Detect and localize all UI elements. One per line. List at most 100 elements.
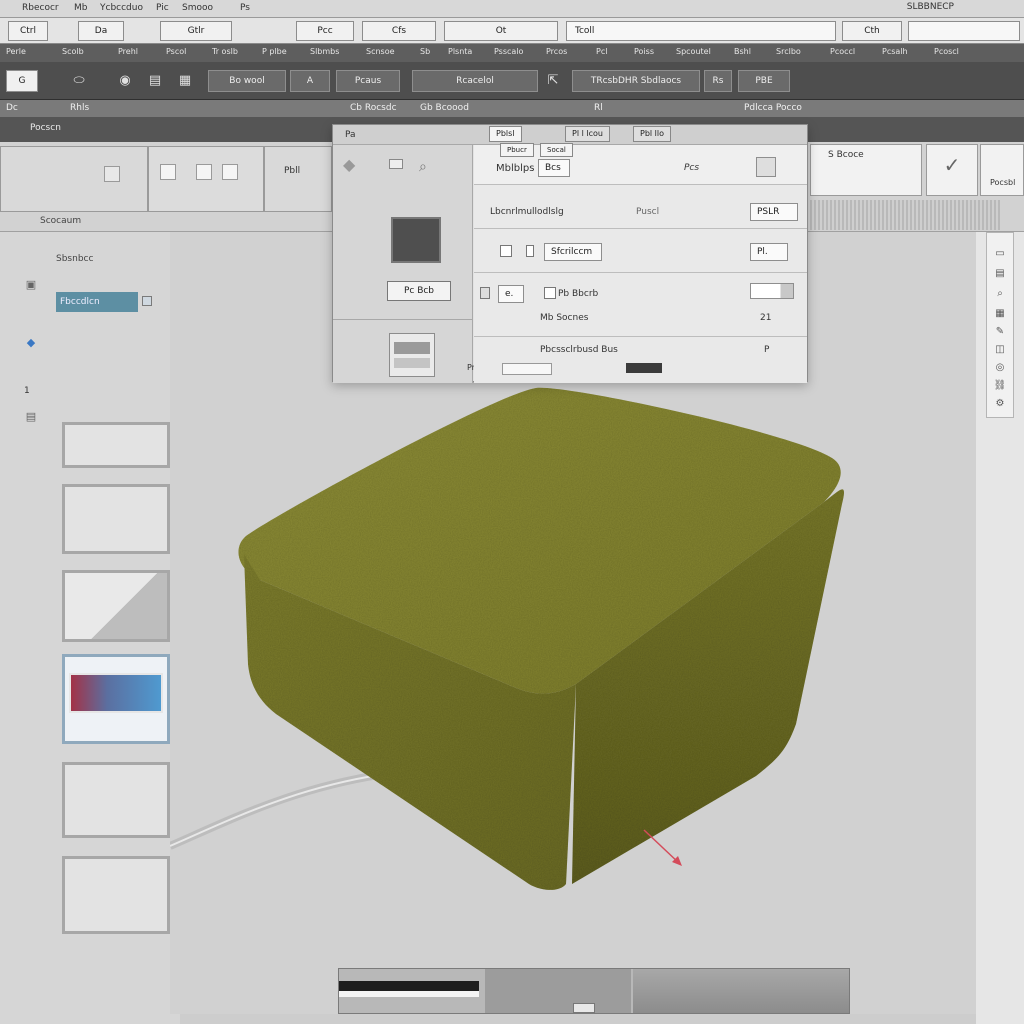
- ribbon-tab[interactable]: Bshl: [734, 47, 751, 56]
- search-icon[interactable]: ⌕: [419, 159, 427, 175]
- note-icon[interactable]: ▤: [993, 267, 1007, 281]
- ribbon-tab[interactable]: Pcoccl: [830, 47, 855, 56]
- ribbon-tab[interactable]: Perle: [6, 47, 26, 56]
- ribbon-tab[interactable]: P plbe: [262, 47, 287, 56]
- dialog-tab[interactable]: Pbl llo: [633, 126, 672, 142]
- toolbar-button[interactable]: Cth: [842, 21, 902, 41]
- corner-card[interactable]: [980, 144, 1024, 196]
- tool-button[interactable]: Rcacelol: [412, 70, 538, 92]
- document-tab[interactable]: Pocscn: [30, 123, 61, 133]
- layers-icon[interactable]: ◫: [993, 343, 1007, 357]
- frame-slot[interactable]: [62, 762, 170, 838]
- field1-button[interactable]: Pl.: [750, 243, 788, 261]
- ribbon-tab[interactable]: Tr oslb: [212, 47, 238, 56]
- dialog-sub-tab[interactable]: Pbucr: [500, 143, 534, 157]
- swatch-card[interactable]: [810, 144, 922, 196]
- menu-item[interactable]: Ycbccduo: [100, 3, 143, 13]
- link-icon[interactable]: ⛓: [993, 379, 1007, 393]
- timeline-track[interactable]: [339, 981, 479, 997]
- field1-toggle[interactable]: [526, 245, 534, 257]
- ribbon-tab[interactable]: Slbmbs: [310, 47, 339, 56]
- thumbnail[interactable]: [264, 146, 332, 212]
- export-icon[interactable]: ⇱: [544, 72, 562, 90]
- timeline-handle[interactable]: [573, 1003, 595, 1013]
- pick-color-button[interactable]: Pc Bcb: [387, 281, 451, 301]
- grid-icon[interactable]: ▦: [176, 72, 194, 90]
- ribbon-tab[interactable]: Plsnta: [448, 47, 472, 56]
- menu-item[interactable]: Ps: [240, 3, 250, 13]
- tag-close-icon[interactable]: [142, 296, 152, 306]
- field2-handle[interactable]: [480, 287, 490, 299]
- toolbar-button[interactable]: Gtlr: [160, 21, 232, 41]
- check-icon[interactable]: ✓: [926, 144, 978, 196]
- dialog-close-icon[interactable]: [756, 157, 776, 177]
- tool-button[interactable]: PBE: [738, 70, 790, 92]
- ribbon-tab[interactable]: Spcoutel: [676, 47, 711, 56]
- option-item[interactable]: Rhls: [70, 103, 89, 113]
- file-icon[interactable]: ▤: [24, 410, 38, 424]
- menu-item[interactable]: Rbecocr: [22, 3, 59, 13]
- frame-slot[interactable]: [62, 856, 170, 934]
- tool-button[interactable]: TRcsbDHR Sbdlaocs: [572, 70, 700, 92]
- frame-slot-selected[interactable]: [62, 654, 170, 744]
- document-icon[interactable]: ▣: [24, 278, 38, 292]
- field2-checkbox[interactable]: [544, 287, 556, 299]
- ribbon-tab[interactable]: Pcl: [596, 47, 607, 56]
- dialog-tab[interactable]: Pl l lcou: [565, 126, 610, 142]
- menu-item[interactable]: Smooo: [182, 3, 213, 13]
- search-icon[interactable]: ⌕: [993, 287, 1007, 301]
- thumbnail-icon[interactable]: [160, 164, 176, 180]
- option-item[interactable]: Cb Rocsdc: [350, 103, 397, 113]
- target-icon[interactable]: ◉: [116, 72, 134, 90]
- dialog-header-field[interactable]: Bcs: [538, 159, 570, 177]
- frame-slot[interactable]: [62, 422, 170, 468]
- timeline-segment[interactable]: [485, 969, 631, 1013]
- 3d-cube-model[interactable]: [236, 384, 846, 892]
- timeline-segment[interactable]: [633, 969, 849, 1013]
- footer-swatch-light[interactable]: [502, 363, 552, 375]
- option-item[interactable]: Gb Bcoood: [420, 103, 469, 113]
- menu-item[interactable]: Mb: [74, 3, 87, 13]
- toolbar-button[interactable]: Pcc: [296, 21, 354, 41]
- menu-item[interactable]: Pic: [156, 3, 169, 13]
- field1-input[interactable]: Sfcrilccm: [544, 243, 602, 261]
- toolbar-button[interactable]: Ot: [444, 21, 558, 41]
- pen-icon[interactable]: ✎: [993, 325, 1007, 339]
- dialog-tab[interactable]: Pblsl: [489, 126, 522, 142]
- toolbar-button[interactable]: Da: [78, 21, 124, 41]
- diamond-icon[interactable]: ◆: [343, 155, 355, 174]
- frame-slot[interactable]: [62, 570, 170, 642]
- footer-swatch-dark[interactable]: [626, 363, 662, 373]
- ribbon-tab[interactable]: Pscol: [166, 47, 186, 56]
- tool-button[interactable]: Rs: [704, 70, 732, 92]
- section-value-b[interactable]: PSLR: [750, 203, 798, 221]
- option-item[interactable]: Dc: [6, 103, 18, 113]
- toolbar-field[interactable]: Tcoll: [566, 21, 836, 41]
- dialog-sub-tab[interactable]: Socal: [540, 143, 573, 157]
- ribbon-tab[interactable]: Pcoscl: [934, 47, 959, 56]
- g-button[interactable]: G: [6, 70, 38, 92]
- field1-checkbox[interactable]: [500, 245, 512, 257]
- globe-icon[interactable]: ◆: [24, 336, 38, 350]
- settings-icon[interactable]: ⚙: [993, 397, 1007, 411]
- toolbar-button[interactable]: Ctrl: [8, 21, 48, 41]
- field2-slider[interactable]: [750, 283, 794, 299]
- ribbon-tab[interactable]: Srclbo: [776, 47, 801, 56]
- circle-icon[interactable]: ◎: [993, 361, 1007, 375]
- tool-button[interactable]: Pcaus: [336, 70, 400, 92]
- texture-preview[interactable]: [389, 333, 435, 377]
- text-tool-button[interactable]: A: [290, 70, 330, 92]
- search-field[interactable]: [908, 21, 1020, 41]
- ribbon-tab[interactable]: Sb: [420, 47, 430, 56]
- option-item[interactable]: Rl: [594, 103, 603, 113]
- image-icon[interactable]: ▦: [993, 307, 1007, 321]
- ribbon-tab[interactable]: Prcos: [546, 47, 567, 56]
- field2-button[interactable]: e.: [498, 285, 524, 303]
- option-icon[interactable]: [389, 159, 403, 169]
- document-icon[interactable]: ▭: [993, 247, 1007, 261]
- lasso-icon[interactable]: ⬭: [70, 72, 88, 90]
- layers-icon[interactable]: ▤: [146, 72, 164, 90]
- ribbon-tab[interactable]: Scolb: [62, 47, 84, 56]
- ribbon-tab[interactable]: Prehl: [118, 47, 138, 56]
- mode-button[interactable]: Bo wool: [208, 70, 286, 92]
